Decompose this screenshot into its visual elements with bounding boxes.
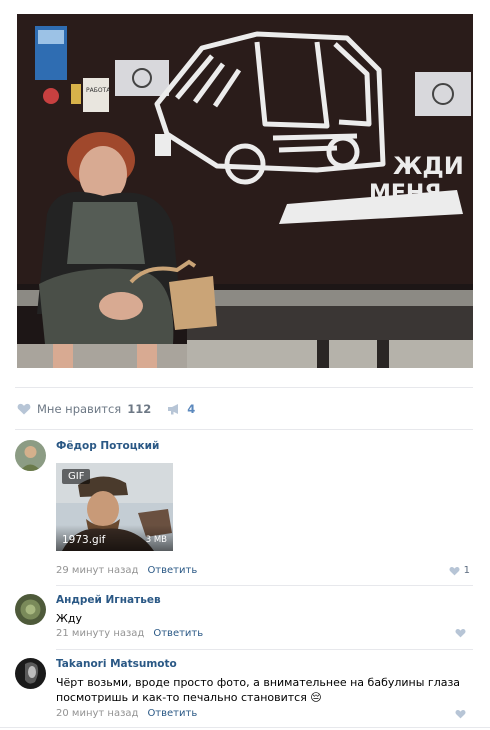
like-button[interactable]: Мне нравится 112	[17, 402, 151, 416]
share-count: 4	[187, 402, 196, 416]
heart-icon	[455, 628, 466, 638]
comment-author[interactable]: Фёдор Потоцкий	[56, 440, 473, 453]
graffiti-text-1: ЖДИ	[393, 152, 464, 180]
comment-meta: 29 минут назад Ответить	[56, 564, 197, 577]
comment-like-button[interactable]	[455, 709, 470, 719]
post-actions: Мне нравится 112 4	[17, 401, 195, 417]
like-label: Мне нравится	[37, 402, 122, 416]
comment-time[interactable]: 21 минуту назад	[56, 628, 144, 639]
divider	[56, 649, 473, 650]
reply-button[interactable]: Ответить	[147, 708, 197, 719]
comment-time[interactable]: 20 минут назад	[56, 708, 138, 719]
comment-meta: 20 минут назад Ответить	[56, 707, 197, 720]
like-count: 112	[127, 402, 152, 416]
comment-text: Чёрт возьми, вроде просто фото, а внимат…	[56, 676, 461, 704]
heart-icon	[449, 566, 460, 575]
divider	[0, 727, 490, 728]
avatar[interactable]	[15, 658, 46, 689]
heart-icon	[455, 709, 466, 719]
divider	[15, 429, 473, 430]
gif-size: 3 MB	[145, 535, 167, 545]
gif-filename: 1973.gif	[62, 534, 106, 546]
gif-attachment[interactable]: GIF 1973.gif 3 MB	[56, 463, 173, 551]
avatar[interactable]	[15, 440, 46, 471]
sign-text: РАБОТА	[86, 87, 111, 94]
megaphone-icon	[168, 404, 179, 415]
comment-meta: 21 минуту назад Ответить	[56, 627, 203, 640]
post-photo[interactable]: РАБОТА ЖДИ МЕНЯ	[17, 14, 473, 368]
comment-author[interactable]: Takanori Matsumoto	[56, 658, 473, 671]
share-button[interactable]: 4	[167, 402, 195, 416]
comment-text: Жду	[56, 612, 82, 625]
gif-badge: GIF	[62, 469, 91, 484]
comment-like-count: 1	[463, 565, 470, 576]
comment-like-button[interactable]: 1	[449, 565, 470, 576]
comment-author[interactable]: Андрей Игнатьев	[56, 594, 473, 607]
avatar[interactable]	[15, 594, 46, 625]
heart-icon	[17, 403, 31, 415]
divider	[56, 585, 473, 586]
comment-like-button[interactable]	[455, 628, 470, 638]
divider	[15, 387, 473, 388]
comment: Андрей Игнатьев Жду 21 минуту назад Ответ…	[15, 594, 473, 644]
reply-button[interactable]: Ответить	[153, 628, 203, 639]
comment-time[interactable]: 29 минут назад	[56, 565, 138, 576]
reply-button[interactable]: Ответить	[147, 565, 197, 576]
comment: Takanori Matsumoto Чёрт возьми, вроде пр…	[15, 658, 473, 724]
comment: Фёдор Потоцкий GIF 1973.gif 3 MB 29 мину…	[15, 440, 473, 580]
